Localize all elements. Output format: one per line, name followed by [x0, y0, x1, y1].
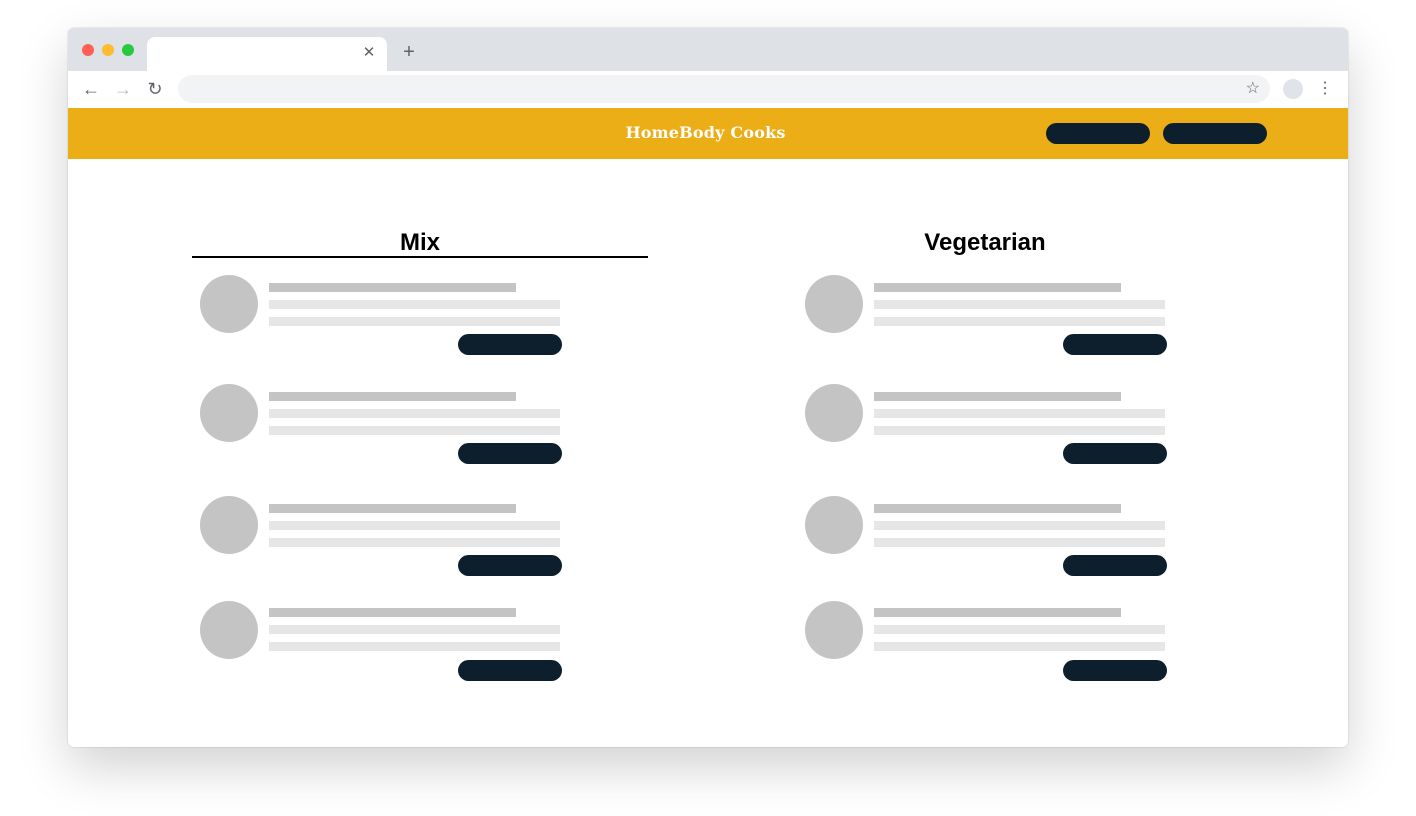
column-title-mix[interactable]: Mix — [192, 228, 648, 258]
item-title-placeholder — [269, 283, 516, 292]
profile-avatar-icon[interactable] — [1283, 79, 1303, 99]
item-text-placeholder — [874, 426, 1165, 435]
list-item — [200, 601, 564, 683]
item-text-placeholder — [269, 409, 560, 418]
item-thumbnail — [200, 275, 258, 333]
item-thumbnail — [200, 384, 258, 442]
item-title-placeholder — [874, 608, 1121, 617]
forward-arrow-icon[interactable]: → — [113, 79, 133, 99]
item-action-button[interactable] — [458, 660, 562, 681]
browser-toolbar: ← → ↻ ☆ ⋮ — [68, 71, 1348, 108]
item-text-placeholder — [874, 521, 1165, 530]
item-action-button[interactable] — [458, 334, 562, 355]
list-item — [200, 384, 564, 466]
item-thumbnail — [200, 496, 258, 554]
address-input[interactable] — [192, 75, 1232, 103]
item-action-button[interactable] — [458, 443, 562, 464]
item-title-placeholder — [874, 283, 1121, 292]
site-header: HomeBody Cooks — [68, 108, 1348, 159]
item-text-placeholder — [269, 521, 560, 530]
minimize-window-button[interactable] — [102, 44, 114, 56]
item-title-placeholder — [874, 392, 1121, 401]
item-action-button[interactable] — [1063, 660, 1167, 681]
item-thumbnail — [200, 601, 258, 659]
window-controls — [82, 44, 134, 56]
list-item — [805, 275, 1169, 357]
address-bar[interactable]: ☆ — [178, 75, 1270, 103]
site-title[interactable]: HomeBody Cooks — [68, 123, 1343, 142]
item-action-button[interactable] — [458, 555, 562, 576]
browser-menu-icon[interactable]: ⋮ — [1317, 79, 1333, 99]
tab-close-icon[interactable]: ✕ — [361, 45, 377, 61]
item-thumbnail — [805, 496, 863, 554]
selected-underline — [192, 256, 648, 258]
item-thumbnail — [805, 384, 863, 442]
header-button-2[interactable] — [1163, 123, 1267, 144]
item-title-placeholder — [269, 504, 516, 513]
item-text-placeholder — [874, 538, 1165, 547]
list-item — [805, 496, 1169, 578]
item-thumbnail — [805, 601, 863, 659]
item-title-placeholder — [874, 504, 1121, 513]
item-action-button[interactable] — [1063, 334, 1167, 355]
list-item — [200, 275, 564, 357]
active-tab[interactable]: ✕ — [147, 37, 387, 71]
item-text-placeholder — [269, 426, 560, 435]
item-text-placeholder — [874, 317, 1165, 326]
list-item — [805, 601, 1169, 683]
item-thumbnail — [805, 275, 863, 333]
list-item — [805, 384, 1169, 466]
item-text-placeholder — [269, 317, 560, 326]
new-tab-icon[interactable]: + — [399, 42, 419, 62]
column-title-vegetarian[interactable]: Vegetarian — [797, 228, 1173, 258]
item-text-placeholder — [874, 409, 1165, 418]
bookmark-star-icon[interactable]: ☆ — [1246, 79, 1260, 99]
item-title-placeholder — [269, 608, 516, 617]
item-text-placeholder — [269, 300, 560, 309]
item-text-placeholder — [269, 538, 560, 547]
back-arrow-icon[interactable]: ← — [81, 79, 101, 99]
item-text-placeholder — [874, 300, 1165, 309]
item-text-placeholder — [874, 642, 1165, 651]
tab-strip: ✕ + — [68, 28, 1348, 71]
maximize-window-button[interactable] — [122, 44, 134, 56]
header-button-1[interactable] — [1046, 123, 1150, 144]
item-action-button[interactable] — [1063, 443, 1167, 464]
reload-icon[interactable]: ↻ — [145, 79, 165, 99]
item-text-placeholder — [269, 642, 560, 651]
item-text-placeholder — [269, 625, 560, 634]
item-text-placeholder — [874, 625, 1165, 634]
close-window-button[interactable] — [82, 44, 94, 56]
item-title-placeholder — [269, 392, 516, 401]
browser-window: ✕ + ← → ↻ ☆ ⋮ HomeBody Cooks Mix Vegetar… — [68, 28, 1348, 747]
item-action-button[interactable] — [1063, 555, 1167, 576]
list-item — [200, 496, 564, 578]
